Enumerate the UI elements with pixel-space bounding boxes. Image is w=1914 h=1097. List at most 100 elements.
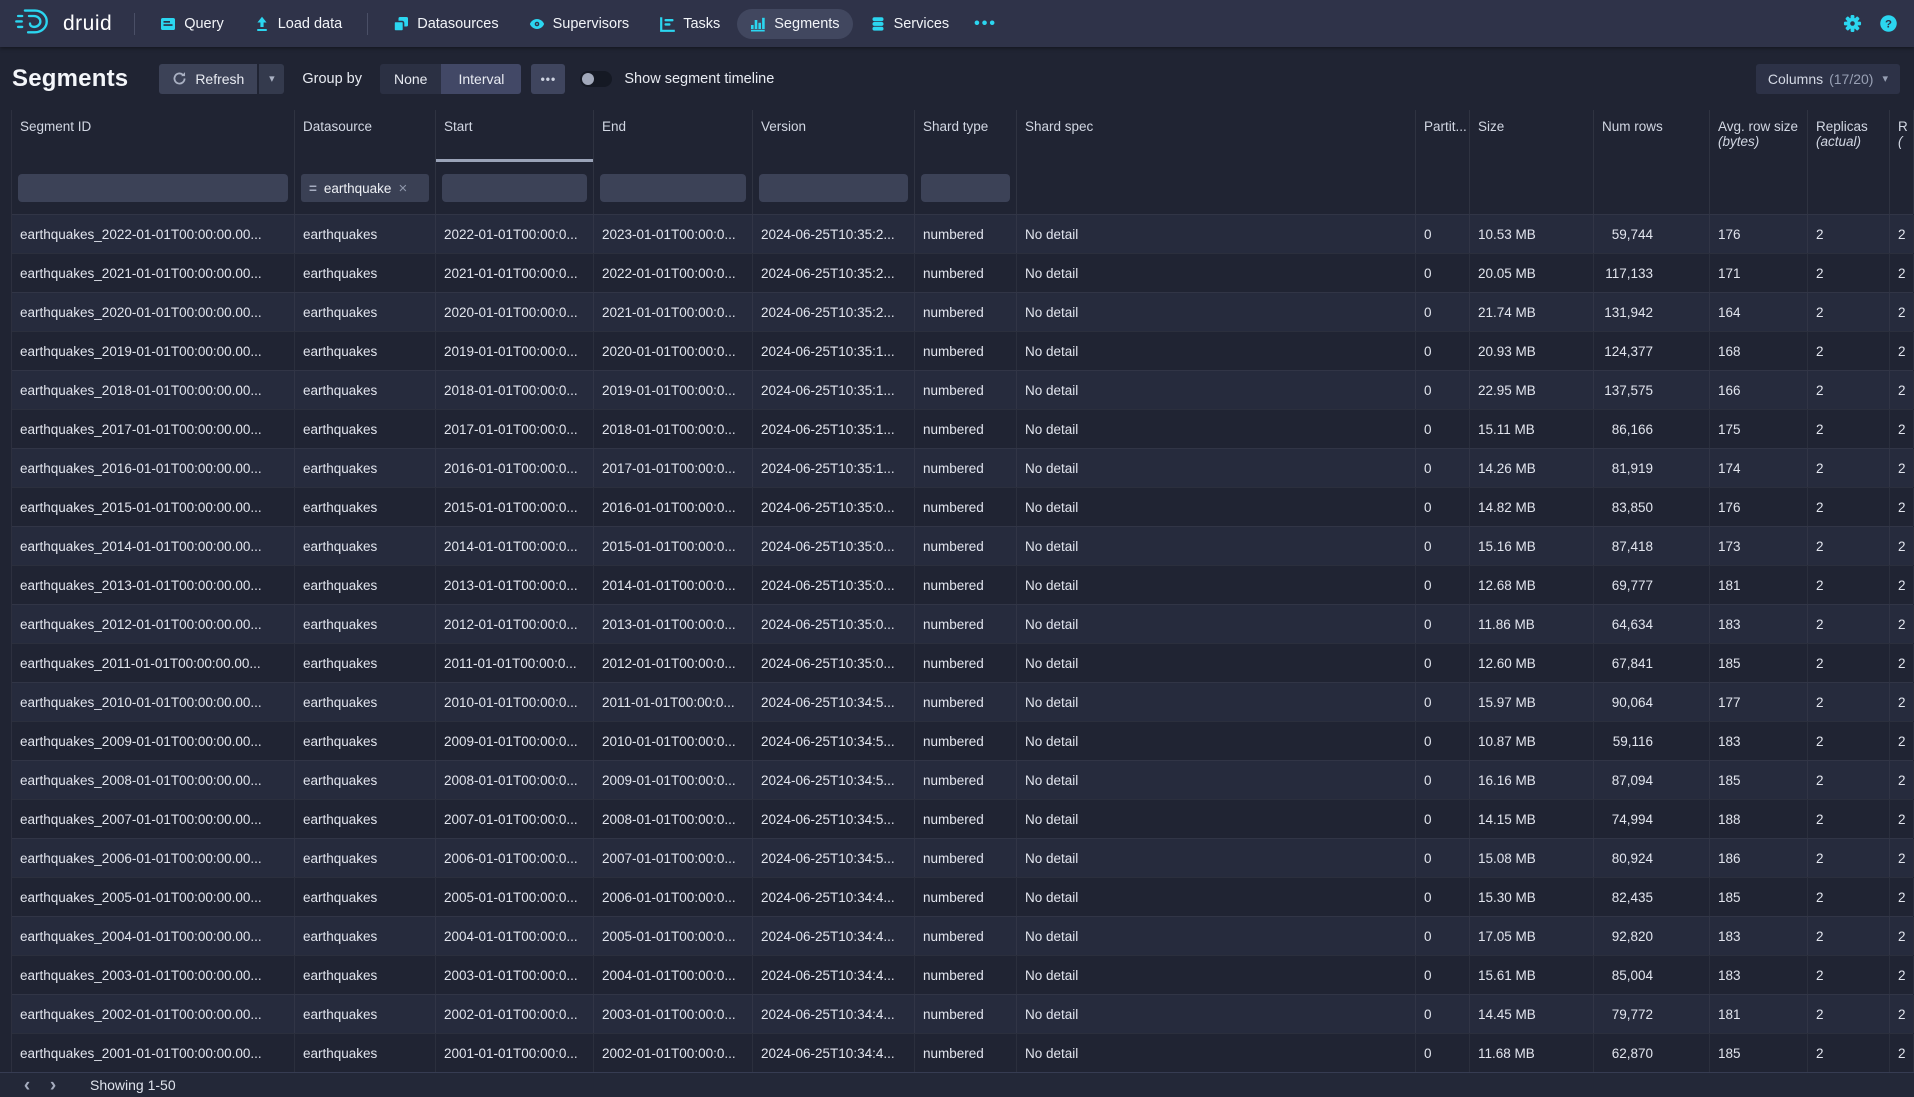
cell-segment_id: earthquakes_2017-01-01T00:00:00.00... [12, 410, 295, 448]
cell-num_rows: 87,418 [1594, 527, 1710, 565]
column-header-segment_id[interactable]: Segment ID [12, 110, 295, 167]
cell-replicas: 2 [1808, 215, 1890, 253]
nav-item-supervisors[interactable]: Supervisors [516, 9, 643, 39]
segment-timeline-toggle[interactable] [580, 71, 612, 87]
column-label: Replicas [1816, 119, 1881, 134]
cell-version: 2024-06-25T10:35:0... [753, 605, 915, 643]
column-header-shard_type[interactable]: Shard type [915, 110, 1017, 167]
cell-end: 2006-01-01T00:00:0... [594, 878, 753, 916]
next-page-button[interactable]: › [40, 1076, 66, 1095]
column-label: Version [761, 119, 906, 134]
supervisors-icon [529, 16, 545, 32]
cell-partition: 0 [1416, 449, 1470, 487]
nav-item-label: Tasks [683, 16, 720, 32]
settings-gear-icon[interactable] [1843, 14, 1862, 33]
nav-item-tasks[interactable]: Tasks [646, 9, 733, 39]
cell-datasource: earthquakes [295, 722, 436, 760]
nav-item-load-data[interactable]: Load data [241, 9, 356, 39]
divider [367, 13, 368, 35]
columns-button[interactable]: Columns (17/20) ▾ [1756, 64, 1900, 94]
filter-input-segment_id[interactable] [18, 174, 288, 202]
cell-shard_type: numbered [915, 800, 1017, 838]
cell-partition: 0 [1416, 254, 1470, 292]
cell-shard_type: numbered [915, 566, 1017, 604]
nav-item-services[interactable]: Services [857, 9, 963, 39]
filter-input-shard_type[interactable] [921, 174, 1010, 202]
navbar-overflow-button[interactable]: ••• [964, 15, 1007, 33]
nav-item-segments[interactable]: Segments [737, 9, 852, 39]
cell-replication_factor: 2 [1890, 293, 1914, 331]
cell-shard_spec: No detail [1017, 605, 1416, 643]
column-header-replicas[interactable]: Replicas(actual) [1808, 110, 1890, 167]
cell-datasource: earthquakes [295, 839, 436, 877]
group-by-none-button[interactable]: None [380, 64, 441, 94]
cell-replicas: 2 [1808, 683, 1890, 721]
druid-logo[interactable]: druid [10, 6, 124, 41]
divider [134, 13, 135, 35]
cell-replicas: 2 [1808, 527, 1890, 565]
filter-input-version[interactable] [759, 174, 908, 202]
cell-shard_spec: No detail [1017, 527, 1416, 565]
cell-shard_type: numbered [915, 215, 1017, 253]
close-icon[interactable]: × [398, 181, 407, 196]
table-row: earthquakes_2011-01-01T00:00:00.00...ear… [12, 643, 1913, 682]
help-icon[interactable]: ? [1879, 14, 1898, 33]
cell-num_rows: 117,133 [1594, 254, 1710, 292]
column-header-shard_spec[interactable]: Shard spec [1017, 110, 1416, 167]
column-header-num_rows[interactable]: Num rows [1594, 110, 1710, 167]
cell-size: 14.82 MB [1470, 488, 1594, 526]
group-by-interval-button[interactable]: Interval [441, 64, 521, 94]
cell-shard_spec: No detail [1017, 995, 1416, 1033]
cell-shard_type: numbered [915, 605, 1017, 643]
cell-size: 15.16 MB [1470, 527, 1594, 565]
column-header-start[interactable]: Start [436, 110, 594, 167]
cell-partition: 0 [1416, 488, 1470, 526]
cell-partition: 0 [1416, 332, 1470, 370]
column-header-size[interactable]: Size [1470, 110, 1594, 167]
cell-num_rows: 90,064 [1594, 683, 1710, 721]
cell-shard_spec: No detail [1017, 488, 1416, 526]
cell-num_rows: 69,777 [1594, 566, 1710, 604]
cell-replication_factor: 2 [1890, 254, 1914, 292]
datasource-filter-tag[interactable]: =earthquake× [301, 174, 429, 202]
table-row: earthquakes_2020-01-01T00:00:00.00...ear… [12, 292, 1913, 331]
cell-num_rows: 59,116 [1594, 722, 1710, 760]
column-header-end[interactable]: End [594, 110, 753, 167]
filter-input-start[interactable] [442, 174, 587, 202]
more-options-button[interactable]: ••• [531, 64, 565, 94]
cell-datasource: earthquakes [295, 449, 436, 487]
chevron-down-icon: ▾ [1882, 72, 1888, 85]
cell-replicas: 2 [1808, 800, 1890, 838]
filter-input-end[interactable] [600, 174, 746, 202]
services-icon [870, 16, 886, 32]
cell-partition: 0 [1416, 956, 1470, 994]
column-label: Partit... [1424, 119, 1461, 134]
nav-item-query[interactable]: Query [147, 9, 237, 39]
cell-replication_factor: 2 [1890, 605, 1914, 643]
cell-datasource: earthquakes [295, 371, 436, 409]
refresh-dropdown-button[interactable]: ▾ [259, 64, 284, 94]
table-row: earthquakes_2006-01-01T00:00:00.00...ear… [12, 838, 1913, 877]
cell-version: 2024-06-25T10:35:2... [753, 254, 915, 292]
column-label: Start [444, 119, 585, 134]
cell-replication_factor: 2 [1890, 995, 1914, 1033]
cell-version: 2024-06-25T10:34:4... [753, 1034, 915, 1072]
cell-shard_spec: No detail [1017, 332, 1416, 370]
cell-avg_row_size: 176 [1710, 215, 1808, 253]
cell-shard_type: numbered [915, 917, 1017, 955]
cell-partition: 0 [1416, 917, 1470, 955]
cell-end: 2008-01-01T00:00:0... [594, 800, 753, 838]
nav-item-label: Load data [278, 16, 343, 32]
cell-version: 2024-06-25T10:35:1... [753, 410, 915, 448]
column-header-version[interactable]: Version [753, 110, 915, 167]
column-header-avg_row_size[interactable]: Avg. row size(bytes) [1710, 110, 1808, 167]
nav-item-datasources[interactable]: Datasources [380, 9, 511, 39]
refresh-button[interactable]: Refresh [159, 64, 257, 94]
cell-partition: 0 [1416, 761, 1470, 799]
column-header-replication_factor[interactable]: R( [1890, 110, 1914, 167]
prev-page-button[interactable]: ‹ [14, 1076, 40, 1095]
column-header-partition[interactable]: Partit... [1416, 110, 1470, 167]
column-header-datasource[interactable]: Datasource [295, 110, 436, 167]
table-row: earthquakes_2010-01-01T00:00:00.00...ear… [12, 682, 1913, 721]
filter-cell-size [1470, 167, 1594, 214]
